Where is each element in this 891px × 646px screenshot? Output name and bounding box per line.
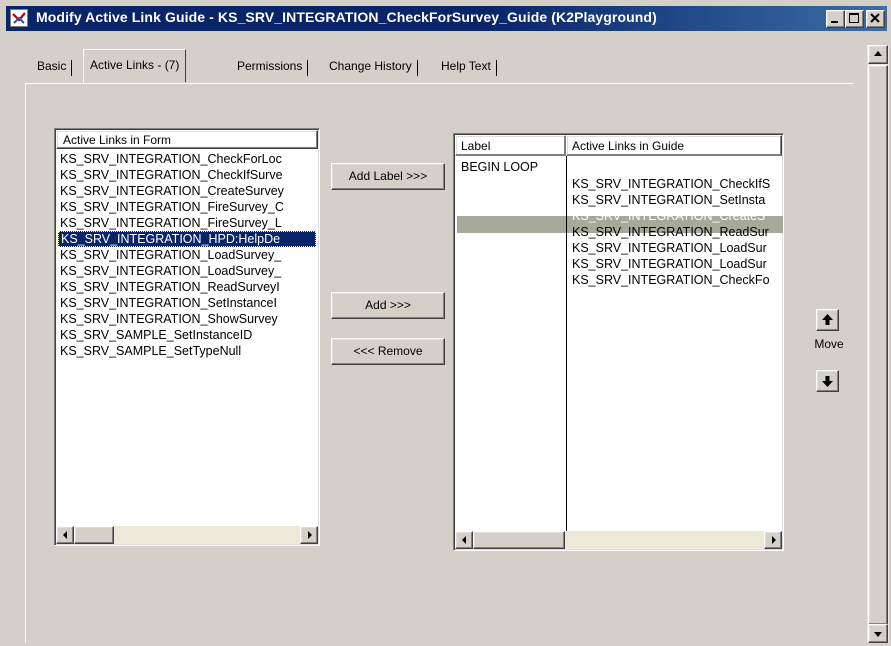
scroll-up-button[interactable]: [868, 45, 888, 64]
scroll-thumb[interactable]: [74, 526, 114, 544]
tab-active-links[interactable]: Active Links - (7): [83, 49, 187, 82]
list-item[interactable]: KS_SRV_INTEGRATION_FireSurvey_L: [58, 215, 316, 231]
form-list-items: KS_SRV_INTEGRATION_CheckForLoc KS_SRV_IN…: [58, 151, 316, 359]
down-arrow-icon: [874, 632, 882, 637]
guide-label-item[interactable]: BEGIN LOOP: [459, 159, 564, 175]
remove-button-text: <<< Remove: [353, 344, 423, 358]
tab-change-history[interactable]: Change History: [323, 52, 418, 82]
list-item[interactable]: KS_SRV_INTEGRATION_SetInstanceI: [58, 295, 316, 311]
guide-links-header[interactable]: Active Links in Guide: [566, 135, 782, 156]
form-active-links-list[interactable]: Active Links in Form KS_SRV_INTEGRATION_…: [54, 128, 320, 546]
add-button-text: Add >>>: [365, 298, 411, 312]
list-item-selected[interactable]: KS_SRV_INTEGRATION_HPD:HelpDe: [58, 231, 316, 247]
tab-help-text[interactable]: Help Text: [435, 52, 497, 82]
close-icon: [870, 13, 880, 23]
list-item[interactable]: KS_SRV_INTEGRATION_CreateSurvey: [58, 183, 316, 199]
up-arrow-icon: [874, 51, 882, 56]
minimize-button[interactable]: [826, 10, 845, 28]
move-down-button[interactable]: [816, 370, 839, 392]
list-item[interactable]: KS_SRV_INTEGRATION_CheckFo: [570, 272, 780, 288]
window-vscrollbar[interactable]: [867, 45, 889, 643]
scroll-thumb[interactable]: [868, 65, 888, 625]
list-item[interactable]: KS_SRV_INTEGRATION_LoadSurvey_: [58, 247, 316, 263]
dialog-window: Modify Active Link Guide - KS_SRV_INTEGR…: [0, 0, 891, 646]
scroll-right-button[interactable]: [764, 531, 782, 549]
guide-label-header[interactable]: Label: [455, 135, 566, 156]
list-item[interactable]: KS_SRV_INTEGRATION_CheckIfSurve: [58, 167, 316, 183]
left-arrow-icon: [462, 536, 466, 544]
list-item[interactable]: KS_SRV_INTEGRATION_LoadSur: [570, 256, 780, 272]
list-item[interactable]: KS_SRV_INTEGRATION_ReadSurveyI: [58, 279, 316, 295]
move-label: Move: [814, 337, 844, 351]
move-up-button[interactable]: [816, 309, 839, 331]
add-label-button-text: Add Label >>>: [348, 169, 428, 183]
list-item[interactable]: KS_SRV_INTEGRATION_LoadSurvey_: [58, 263, 316, 279]
list-item[interactable]: KS_SRV_INTEGRATION_ShowSurvey: [58, 311, 316, 327]
arrow-down-icon: [822, 376, 833, 387]
guide-active-links-list[interactable]: Label Active Links in Guide BEGIN LOOP K…: [453, 133, 784, 551]
list-item[interactable]: KS_SRV_INTEGRATION_ReadSur: [570, 224, 780, 240]
form-list-hscrollbar[interactable]: [56, 526, 318, 544]
scroll-down-button[interactable]: [868, 624, 888, 643]
form-list-header[interactable]: Active Links in Form: [56, 130, 318, 149]
app-icon: [10, 9, 28, 27]
column-divider: [566, 156, 567, 531]
right-arrow-icon: [308, 531, 312, 539]
guide-label-column: BEGIN LOOP: [459, 159, 564, 175]
tab-permissions[interactable]: Permissions: [231, 52, 309, 82]
list-item-selected[interactable]: KS_SRV_INTEGRATION_CreateS: [570, 208, 780, 224]
window-title: Modify Active Link Guide - KS_SRV_INTEGR…: [36, 9, 657, 25]
maximize-icon: [849, 13, 859, 23]
list-item[interactable]: KS_SRV_SAMPLE_SetTypeNull: [58, 343, 316, 359]
remove-button[interactable]: <<< Remove: [331, 338, 445, 365]
maximize-button[interactable]: [845, 10, 864, 28]
scroll-left-button[interactable]: [56, 526, 74, 544]
right-arrow-icon: [772, 536, 776, 544]
list-item[interactable]: KS_SRV_INTEGRATION_SetInsta: [570, 192, 780, 208]
title-bar[interactable]: Modify Active Link Guide - KS_SRV_INTEGR…: [6, 6, 887, 31]
list-item[interactable]: KS_SRV_SAMPLE_SetInstanceID: [58, 327, 316, 343]
add-label-button[interactable]: Add Label >>>: [331, 163, 445, 190]
scroll-left-button[interactable]: [455, 531, 473, 549]
list-item[interactable]: KS_SRV_INTEGRATION_CheckForLoc: [58, 151, 316, 167]
add-button[interactable]: Add >>>: [331, 292, 445, 319]
close-button[interactable]: [866, 10, 885, 28]
scroll-thumb[interactable]: [473, 531, 565, 549]
list-item[interactable]: KS_SRV_INTEGRATION_LoadSur: [570, 240, 780, 256]
tab-basic[interactable]: Basic: [31, 52, 73, 82]
arrow-up-icon: [822, 314, 833, 325]
guide-list-hscrollbar[interactable]: [455, 531, 782, 549]
minimize-icon: [831, 21, 838, 23]
list-item[interactable]: KS_SRV_INTEGRATION_CheckIfS: [570, 176, 780, 192]
scroll-right-button[interactable]: [300, 526, 318, 544]
left-arrow-icon: [63, 531, 67, 539]
guide-links-column: KS_SRV_INTEGRATION_CheckIfS KS_SRV_INTEG…: [570, 176, 780, 288]
list-item[interactable]: KS_SRV_INTEGRATION_FireSurvey_C: [58, 199, 316, 215]
